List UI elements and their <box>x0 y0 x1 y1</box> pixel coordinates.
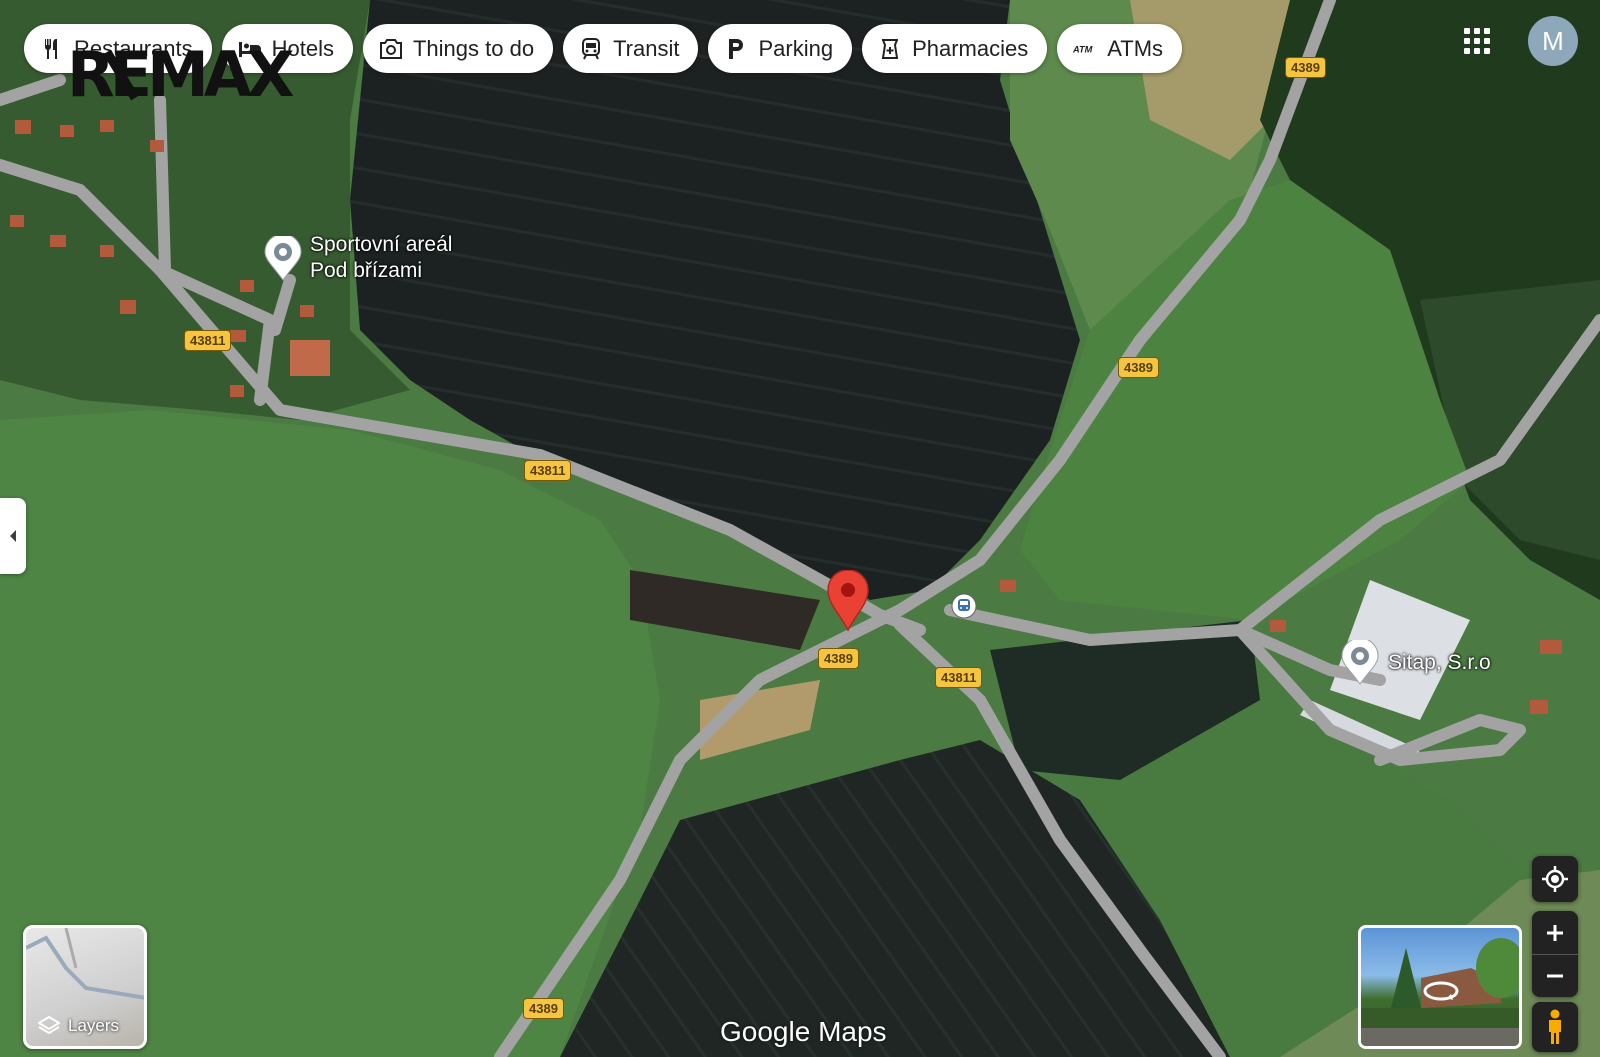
route-shield: 43811 <box>524 460 572 481</box>
atm-icon: ATM <box>1073 37 1097 61</box>
train-icon <box>579 37 603 61</box>
layers-button[interactable]: Layers <box>23 925 147 1049</box>
selected-location-pin[interactable] <box>826 570 870 632</box>
route-shield: 4389 <box>523 998 564 1019</box>
layers-label: Layers <box>38 1016 119 1036</box>
chevron-left-icon <box>10 530 16 542</box>
chip-label: Transit <box>613 35 680 61</box>
chip-label: Parking <box>758 35 834 61</box>
place-marker-sitap[interactable] <box>1340 640 1380 686</box>
chip-label: Things to do <box>412 35 535 61</box>
layers-preview <box>26 928 144 1000</box>
bus-stop-icon[interactable] <box>951 593 977 619</box>
apps-grid-icon[interactable] <box>1462 26 1492 56</box>
place-marker-sports[interactable] <box>263 236 303 282</box>
route-shield: 4389 <box>1118 357 1159 378</box>
my-location-button[interactable] <box>1532 856 1578 902</box>
place-label-sitap[interactable]: Sitap, S.r.o <box>1388 650 1491 676</box>
parking-icon <box>724 37 748 61</box>
chip-things-to-do[interactable]: Things to do <box>362 24 554 73</box>
place-label-line: Sitap, S.r.o <box>1388 651 1491 674</box>
rotate-360-icon <box>1423 981 1459 1001</box>
route-shield: 43811 <box>184 330 232 351</box>
place-label-sports[interactable]: Sportovní areál Pod břízami <box>310 232 452 284</box>
chip-label: ATMs <box>1107 35 1164 61</box>
place-label-line: Pod břízami <box>310 259 423 282</box>
route-shield: 4389 <box>1285 57 1326 78</box>
chip-atms[interactable]: ATM ATMs <box>1057 24 1183 73</box>
satellite-map[interactable] <box>0 0 1600 1057</box>
zoom-out-button[interactable] <box>1532 955 1578 997</box>
chip-pharmacies[interactable]: Pharmacies <box>862 24 1048 73</box>
google-maps-watermark: Google Maps <box>720 1016 887 1047</box>
chip-parking[interactable]: Parking <box>708 24 853 73</box>
layers-icon <box>38 1016 60 1035</box>
brand-logo: REMAX <box>67 38 299 111</box>
account-avatar[interactable]: M <box>1528 16 1578 66</box>
my-location-icon <box>1542 866 1568 892</box>
fork-knife-icon <box>40 37 64 61</box>
plus-icon <box>1547 924 1563 941</box>
zoom-in-button[interactable] <box>1532 912 1578 955</box>
chip-label: Pharmacies <box>912 35 1029 61</box>
collapse-side-panel-button[interactable] <box>0 498 26 574</box>
layers-text: Layers <box>68 1016 120 1035</box>
camera-icon <box>379 37 403 61</box>
svg-text:REMAX: REMAX <box>67 46 293 102</box>
route-shield: 43811 <box>935 667 983 688</box>
route-shield: 4389 <box>818 648 859 669</box>
pegman-icon <box>1549 1009 1561 1044</box>
avatar-initial: M <box>1542 25 1564 56</box>
svg-text:ATM: ATM <box>1073 44 1093 54</box>
street-view-thumbnail[interactable] <box>1358 925 1522 1049</box>
pharmacy-icon <box>878 37 902 61</box>
street-view-pegman-button[interactable] <box>1532 1002 1578 1052</box>
minus-icon <box>1547 974 1563 977</box>
chip-transit[interactable]: Transit <box>563 24 699 73</box>
place-label-line: Sportovní areál <box>310 233 453 256</box>
zoom-controls <box>1532 911 1578 997</box>
